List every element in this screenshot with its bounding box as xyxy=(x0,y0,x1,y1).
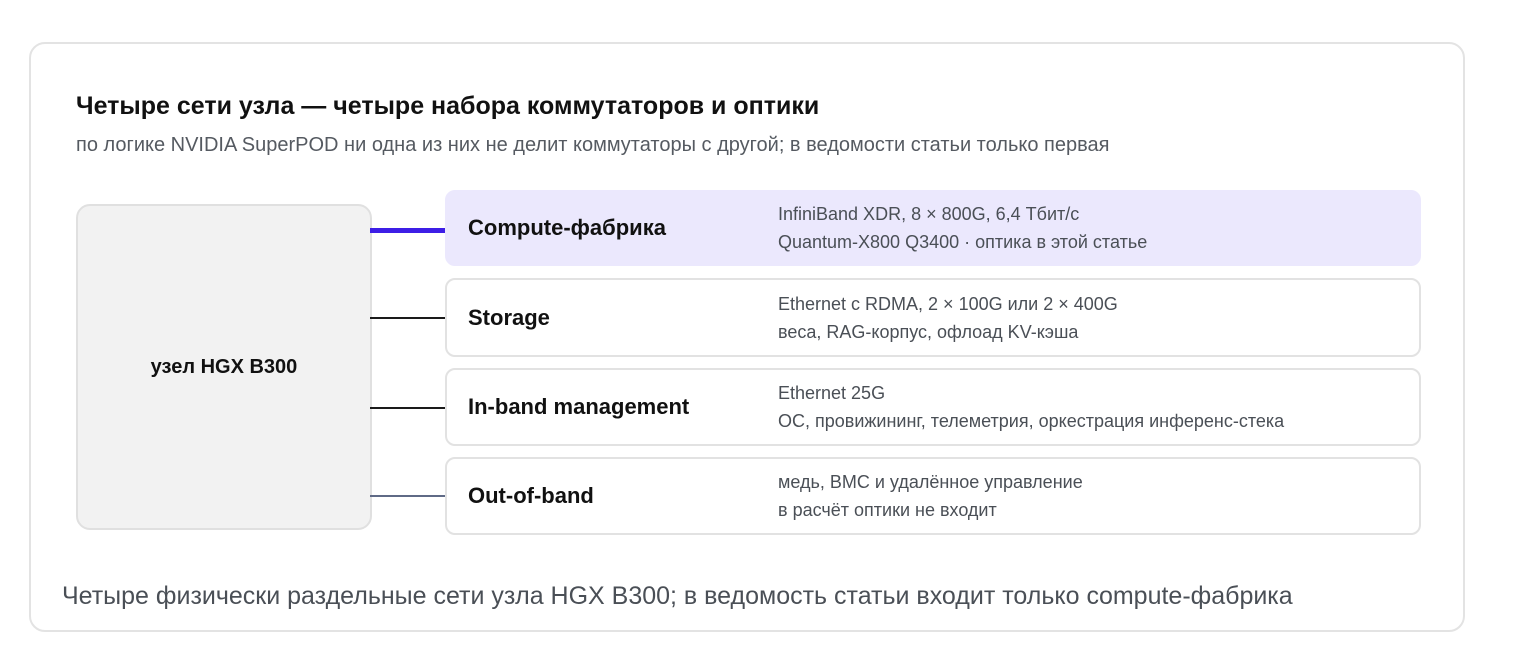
network-details: Ethernet с RDMA, 2 × 100G или 2 × 400G в… xyxy=(778,290,1118,346)
connector-compute xyxy=(370,228,445,233)
network-row-storage: Storage Ethernet с RDMA, 2 × 100G или 2 … xyxy=(445,278,1421,357)
network-detail-line2: ОС, провижининг, телеметрия, оркестрация… xyxy=(778,411,1285,431)
network-name: Out-of-band xyxy=(468,483,594,508)
node-box: узел HGX B300 xyxy=(76,204,372,530)
connector-storage xyxy=(370,317,445,319)
network-name: Compute-фабрика xyxy=(468,215,666,240)
connector-oob xyxy=(370,495,445,497)
network-detail-line1: Ethernet 25G xyxy=(778,383,886,403)
figure-caption: Четыре физически раздельные сети узла HG… xyxy=(62,582,1293,610)
network-detail-line1: Ethernet с RDMA, 2 × 100G или 2 × 400G xyxy=(778,293,1118,314)
network-detail-line2: веса, RAG-корпус, офлоад KV-кэша xyxy=(778,321,1079,342)
connector-inband xyxy=(370,407,445,409)
network-details: Ethernet 25G ОС, провижининг, телеметрия… xyxy=(778,379,1284,435)
network-name: Storage xyxy=(468,304,550,330)
diagram-subtitle: по логике NVIDIA SuperPOD ни одна из них… xyxy=(76,134,1110,156)
network-row-oob: Out-of-band медь, BMC и удалённое управл… xyxy=(445,457,1421,535)
network-row-compute: Compute-фабрика InfiniBand XDR, 8 × 800G… xyxy=(445,190,1421,266)
node-label: узел HGX B300 xyxy=(150,355,298,378)
network-row-inband: In-band management Ethernet 25G ОС, пров… xyxy=(445,368,1421,446)
network-detail-line2: Quantum-X800 Q3400 · оптика в этой стать… xyxy=(778,232,1148,252)
network-details: медь, BMC и удалённое управление в расчё… xyxy=(778,468,1083,524)
network-detail-line1: медь, BMC и удалённое управление xyxy=(778,472,1083,492)
network-detail-line2: в расчёт оптики не входит xyxy=(778,500,997,520)
network-details: InfiniBand XDR, 8 × 800G, 6,4 Тбит/с Qua… xyxy=(778,200,1147,256)
network-detail-line1: InfiniBand XDR, 8 × 800G, 6,4 Тбит/с xyxy=(778,204,1080,224)
diagram-title: Четыре сети узла — четыре набора коммута… xyxy=(76,92,820,120)
network-name: In-band management xyxy=(468,394,690,419)
